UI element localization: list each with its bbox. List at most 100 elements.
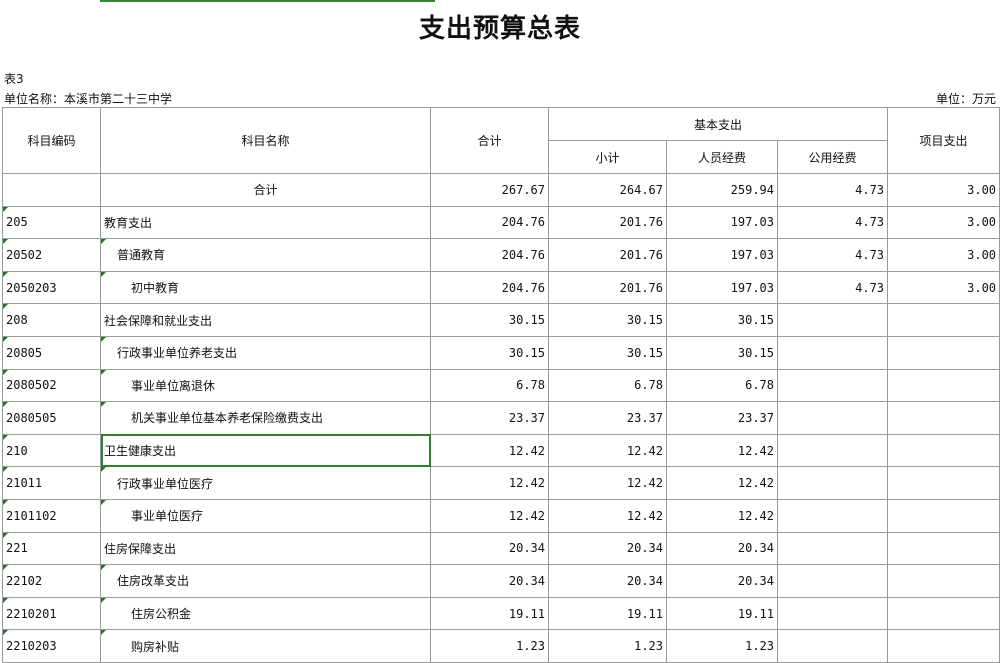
cell-public[interactable]: 4.73 [776,205,889,240]
cell-subtotal[interactable]: 20.34 [548,531,667,566]
cell-code[interactable]: 2210201 [2,596,101,631]
cell-subtotal[interactable]: 201.76 [548,238,667,272]
cell-project[interactable] [887,335,1000,370]
cell-code[interactable]: 2050203 [2,270,101,305]
cell-project[interactable]: 3.00 [887,205,1000,240]
cell-total[interactable]: 6.78 [430,368,549,403]
cell-code[interactable]: 221 [2,531,101,566]
cell-public[interactable] [776,303,889,337]
cell-name[interactable]: 初中教育 [100,270,431,305]
cell-subtotal[interactable]: 20.34 [548,564,667,598]
cell-total[interactable]: 23.37 [430,401,549,435]
cell-personnel[interactable]: 1.23 [666,629,778,663]
cell-personnel[interactable]: 197.03 [666,270,778,305]
cell-name[interactable]: 机关事业单位基本养老保险缴费支出 [100,401,431,435]
cell-code[interactable]: 208 [2,303,101,337]
cell-subtotal[interactable]: 19.11 [548,596,667,631]
cell-name[interactable]: 社会保障和就业支出 [100,303,431,337]
cell-project[interactable] [887,564,1000,598]
cell-name[interactable]: 住房公积金 [100,596,431,631]
header-personnel[interactable]: 人员经费 [666,140,778,174]
cell-name[interactable]: 行政事业单位医疗 [100,466,431,500]
cell-project[interactable] [887,498,1000,533]
cell-public[interactable] [776,531,889,566]
cell-code[interactable]: 2080502 [2,368,101,403]
cell-total[interactable]: 204.76 [430,238,549,272]
cell-public[interactable] [776,564,889,598]
cell-project[interactable]: 3.00 [887,173,1000,207]
cell-name[interactable]: 合计 [100,173,431,207]
header-name[interactable]: 科目名称 [100,107,431,174]
header-code[interactable]: 科目编码 [2,107,101,174]
cell-public[interactable] [776,401,889,435]
cell-total[interactable]: 12.42 [430,498,549,533]
cell-public[interactable] [776,629,889,663]
cell-code[interactable]: 205 [2,205,101,240]
cell-total[interactable]: 20.34 [430,564,549,598]
cell-project[interactable] [887,531,1000,566]
cell-project[interactable] [887,629,1000,663]
cell-public[interactable]: 4.73 [776,238,889,272]
header-project[interactable]: 项目支出 [887,107,1000,174]
cell-code[interactable]: 20502 [2,238,101,272]
cell-name[interactable]: 住房改革支出 [100,564,431,598]
cell-total[interactable]: 19.11 [430,596,549,631]
cell-code[interactable]: 2101102 [2,498,101,533]
cell-total[interactable]: 204.76 [430,270,549,305]
cell-public[interactable] [776,335,889,370]
cell-project[interactable]: 3.00 [887,238,1000,272]
cell-project[interactable] [887,401,1000,435]
cell-personnel[interactable]: 30.15 [666,303,778,337]
cell-total[interactable]: 204.76 [430,205,549,240]
cell-personnel[interactable]: 20.34 [666,564,778,598]
cell-personnel[interactable]: 12.42 [666,433,778,468]
cell-public[interactable] [776,433,889,468]
cell-code[interactable]: 21011 [2,466,101,500]
cell-project[interactable] [887,303,1000,337]
cell-name[interactable]: 事业单位离退休 [100,368,431,403]
cell-subtotal[interactable]: 12.42 [548,433,667,468]
cell-total[interactable]: 12.42 [430,433,549,468]
cell-personnel[interactable]: 20.34 [666,531,778,566]
cell-public[interactable] [776,498,889,533]
header-total[interactable]: 合计 [430,107,549,174]
cell-name[interactable]: 购房补贴 [100,629,431,663]
cell-total[interactable]: 1.23 [430,629,549,663]
selected-cell[interactable]: 卫生健康支出 [100,433,431,468]
cell-total[interactable]: 20.34 [430,531,549,566]
cell-total[interactable]: 30.15 [430,303,549,337]
cell-subtotal[interactable]: 201.76 [548,270,667,305]
cell-subtotal[interactable]: 6.78 [548,368,667,403]
cell-personnel[interactable]: 12.42 [666,498,778,533]
cell-subtotal[interactable]: 30.15 [548,303,667,337]
cell-personnel[interactable]: 19.11 [666,596,778,631]
cell-name[interactable]: 行政事业单位养老支出 [100,335,431,370]
cell-subtotal[interactable]: 30.15 [548,335,667,370]
cell-subtotal[interactable]: 12.42 [548,466,667,500]
header-subtotal[interactable]: 小计 [548,140,667,174]
header-public[interactable]: 公用经费 [776,140,889,174]
cell-name[interactable]: 普通教育 [100,238,431,272]
cell-total[interactable]: 12.42 [430,466,549,500]
cell-personnel[interactable]: 259.94 [666,173,778,207]
cell-subtotal[interactable]: 1.23 [548,629,667,663]
cell-personnel[interactable]: 197.03 [666,238,778,272]
cell-code[interactable]: 22102 [2,564,101,598]
cell-subtotal[interactable]: 12.42 [548,498,667,533]
cell-code[interactable]: 2210203 [2,629,101,663]
cell-name[interactable]: 住房保障支出 [100,531,431,566]
cell-project[interactable] [887,368,1000,403]
cell-code[interactable] [2,173,101,207]
cell-personnel[interactable]: 23.37 [666,401,778,435]
cell-personnel[interactable]: 197.03 [666,205,778,240]
cell-project[interactable] [887,596,1000,631]
cell-subtotal[interactable]: 23.37 [548,401,667,435]
cell-subtotal[interactable]: 264.67 [548,173,667,207]
cell-name[interactable]: 教育支出 [100,205,431,240]
cell-personnel[interactable]: 12.42 [666,466,778,500]
cell-code[interactable]: 20805 [2,335,101,370]
cell-subtotal[interactable]: 201.76 [548,205,667,240]
cell-name[interactable]: 事业单位医疗 [100,498,431,533]
cell-code[interactable]: 210 [2,433,101,468]
cell-total[interactable]: 30.15 [430,335,549,370]
